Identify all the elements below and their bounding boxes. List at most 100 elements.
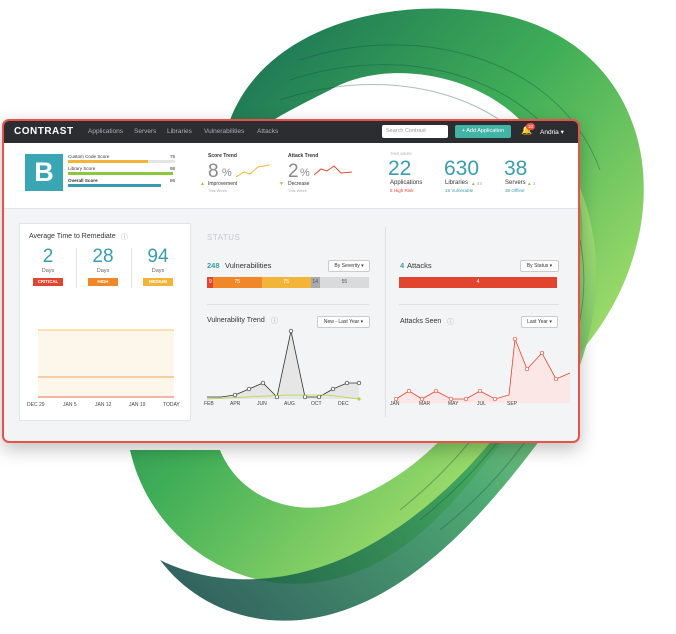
attack-trend-unit: % — [300, 167, 310, 179]
medium-severity-pill: MEDIUM — [143, 278, 173, 286]
this-week-label: THIS WEEK — [390, 151, 413, 156]
severity-segment[interactable]: 75 — [261, 277, 311, 288]
x-tick: MAR — [419, 401, 431, 407]
notification-badge: 10 — [526, 123, 536, 130]
applications-count[interactable]: 22 — [388, 157, 411, 181]
severity-segment[interactable]: 75 — [212, 277, 262, 288]
applications-label: Applications — [390, 180, 423, 186]
library-score-value: 98 — [170, 166, 176, 171]
overall-score-bar — [68, 184, 161, 187]
critical-days-value: 2 — [42, 246, 54, 267]
libraries-delta: 44 — [477, 181, 483, 186]
remediate-chart — [38, 329, 174, 398]
dashboard-window: CONTRAST Applications Servers Libraries … — [2, 119, 580, 443]
vulnerability-trend-chart — [207, 328, 362, 401]
vulnerability-trend-title: Vulnerability Trend — [207, 317, 265, 324]
nav-attacks[interactable]: Attacks — [257, 128, 278, 135]
attack-trend-label: Decrease — [288, 181, 310, 187]
x-tick: AUG — [284, 401, 295, 407]
nav-applications[interactable]: Applications — [88, 128, 123, 135]
x-tick: MAY — [448, 401, 459, 407]
score-trend-sub: This Week — [208, 188, 227, 193]
attacks-count[interactable]: 4 — [400, 261, 404, 270]
servers-up-icon: ▲ — [527, 181, 532, 186]
attacks-seen-chart — [394, 336, 571, 403]
custom-code-score-bar — [68, 160, 148, 163]
medium-days-value: 94 — [147, 246, 169, 267]
overall-score-label: Overall Score — [68, 178, 98, 183]
nav-servers[interactable]: Servers — [134, 128, 156, 135]
x-tick: APR — [230, 401, 241, 407]
user-menu[interactable]: Andria ▾ — [540, 128, 564, 136]
nav-libraries[interactable]: Libraries — [167, 128, 192, 135]
critical-severity-pill: CRITICAL — [33, 278, 63, 286]
contrast-logo[interactable]: CONTRAST — [14, 126, 74, 137]
grade-badge: B — [25, 154, 63, 191]
vulnerabilities-label: Vulnerabilities — [225, 261, 272, 270]
score-trend-unit: % — [222, 167, 232, 179]
attack-trend-title: Attack Trend — [288, 153, 319, 159]
libraries-vulnerable[interactable]: 19 Vulnerable — [445, 188, 473, 193]
add-application-button[interactable]: + Add Application — [455, 125, 511, 138]
attacks-status-dropdown[interactable]: By Status ▾ — [520, 260, 559, 272]
remediate-card: Average Time to Remediate ⓘ 2 Days CRITI… — [19, 223, 191, 421]
up-triangle-icon: ▲ — [200, 181, 205, 187]
attacks-status-bar[interactable]: 4 — [399, 277, 557, 288]
x-tick: DEC 29 — [27, 402, 45, 408]
x-tick: JAN 12 — [95, 402, 112, 408]
x-tick: TODAY — [163, 402, 180, 408]
servers-offline[interactable]: 38 Offline — [505, 188, 525, 193]
x-tick: JAN 5 — [63, 402, 77, 408]
x-tick: JUL — [477, 401, 486, 407]
custom-code-score-bar-track — [148, 160, 175, 163]
x-tick: JAN — [390, 401, 400, 407]
attack-trend-sparkline — [314, 165, 352, 176]
divider — [385, 227, 386, 417]
libraries-up-icon: ▲ — [471, 181, 476, 186]
x-tick: FEB — [204, 401, 214, 407]
custom-code-score-value: 75 — [170, 154, 176, 159]
divider — [207, 304, 369, 305]
search-input[interactable]: Search Contrast — [382, 125, 448, 138]
servers-count[interactable]: 38 — [504, 157, 527, 181]
down-triangle-icon: ▼ — [279, 181, 284, 187]
high-days-unit: Days — [96, 268, 110, 274]
vulnerabilities-severity-bar[interactable]: 9 75 75 14 55 — [207, 277, 369, 288]
score-trend-label: Improvement — [208, 181, 238, 187]
high-severity-pill: HIGH — [88, 278, 118, 286]
summary-header: B Custom Code Score 75 Library Score 98 … — [4, 143, 578, 209]
divider — [399, 304, 559, 305]
info-icon[interactable]: ⓘ — [121, 232, 128, 242]
custom-code-score-label: Custom Code Score — [68, 154, 110, 159]
servers-delta: 2 — [533, 181, 536, 186]
libraries-count[interactable]: 630 — [444, 157, 479, 181]
x-tick: JUN — [257, 401, 267, 407]
x-tick: OCT — [311, 401, 322, 407]
critical-days-unit: Days — [41, 268, 55, 274]
score-trend-sparkline — [236, 164, 270, 178]
vulnerabilities-severity-dropdown[interactable]: By Severity ▾ — [328, 260, 370, 272]
info-icon[interactable]: ⓘ — [271, 316, 278, 326]
libraries-label: Libraries — [445, 180, 469, 186]
severity-segment[interactable]: 55 — [319, 277, 369, 288]
severity-segment[interactable]: 14 — [310, 277, 320, 288]
attacks-seen-dropdown[interactable]: Last Year ▾ — [521, 316, 558, 328]
applications-high-risk[interactable]: 5 High Risk — [390, 188, 414, 193]
divider — [76, 248, 77, 288]
status-label: STATUS — [207, 233, 241, 242]
nav-vulnerabilities[interactable]: Vulnerabilities — [204, 128, 244, 135]
high-days-value: 28 — [92, 246, 114, 267]
library-score-label: Library Score — [68, 166, 96, 171]
info-icon[interactable]: ⓘ — [447, 317, 454, 327]
x-tick: JAN 19 — [129, 402, 146, 408]
remediate-title: Average Time to Remediate — [29, 233, 116, 240]
attack-trend-value: 2 — [288, 161, 299, 182]
medium-days-unit: Days — [151, 268, 165, 274]
attacks-seen-title: Attacks Seen — [400, 318, 442, 325]
vulnerabilities-count[interactable]: 248 — [207, 261, 220, 270]
servers-label: Servers — [505, 180, 526, 186]
score-trend-title: Score Trend — [208, 153, 237, 159]
top-navigation-bar: CONTRAST Applications Servers Libraries … — [4, 121, 578, 143]
x-tick: DEC — [338, 401, 349, 407]
library-score-bar — [68, 172, 173, 175]
